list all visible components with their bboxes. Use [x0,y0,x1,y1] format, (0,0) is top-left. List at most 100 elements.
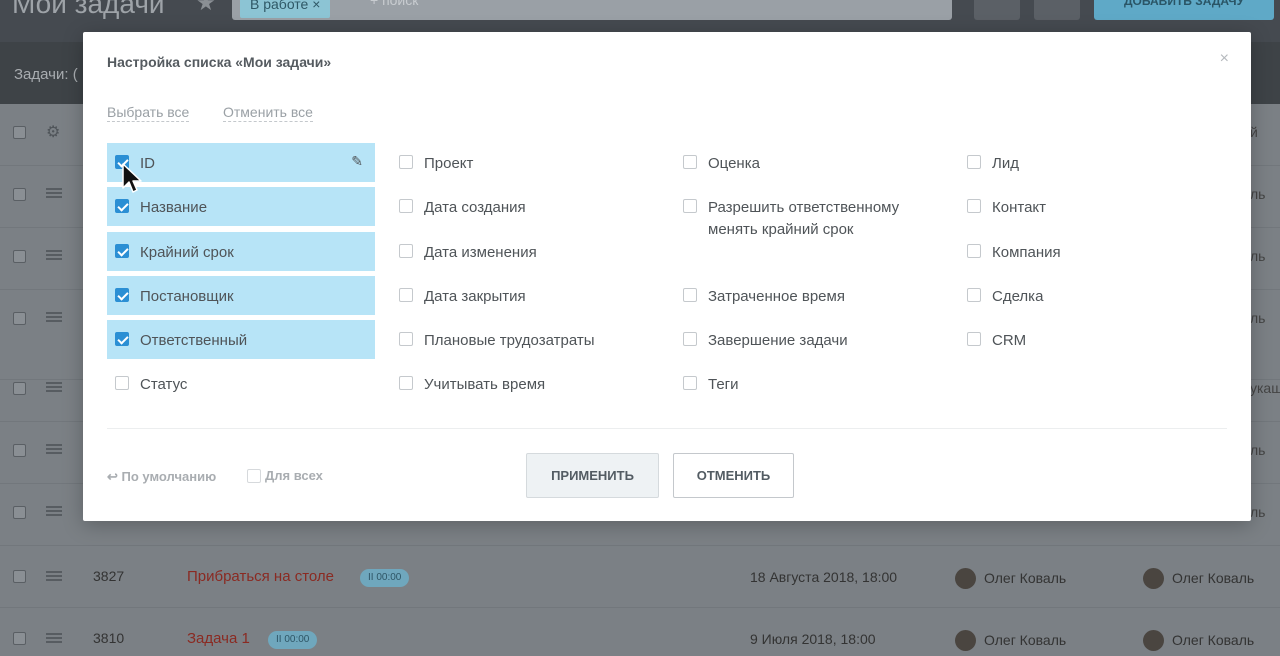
checkbox[interactable] [399,288,413,302]
task-responsible[interactable]: Олег Коваль [1143,568,1254,589]
search-bar[interactable] [232,0,952,20]
field-label: Компания [992,244,1061,261]
field-option-crm[interactable]: CRM [959,320,1227,359]
field-option-created-date[interactable]: Дата создания [391,187,659,226]
checkbox[interactable] [399,244,413,258]
task-responsible[interactable]: Олег Коваль [1143,630,1254,651]
checkbox[interactable] [115,376,129,390]
field-option-estimate[interactable]: Оценка [675,143,943,182]
pencil-icon[interactable]: ✎ [351,153,363,170]
field-label: Завершение задачи [708,332,848,349]
field-option-company[interactable]: Компания [959,232,1227,271]
checkbox[interactable] [399,376,413,390]
field-label: Лид [992,155,1019,172]
field-option-planned-effort[interactable]: Плановые трудозатраты [391,320,659,359]
checkbox[interactable] [399,155,413,169]
field-option-task-completion[interactable]: Завершение задачи [675,320,943,359]
checkbox[interactable] [399,332,413,346]
table-row[interactable]: 3827 Прибраться на столе II 00:00 18 Авг… [0,546,1280,608]
field-option-track-time[interactable]: Учитывать время [391,364,659,403]
row-checkbox[interactable] [13,312,26,325]
checkbox[interactable] [683,288,697,302]
checkbox[interactable] [967,244,981,258]
reset-default-link[interactable]: ↩ По умолчанию [107,469,216,485]
menu-icon[interactable] [46,188,62,198]
row-checkbox[interactable] [13,506,26,519]
cell-fragment: ль [1250,248,1266,264]
for-all-checkbox[interactable]: Для всех [247,468,323,483]
field-option-project[interactable]: Проект [391,143,659,182]
field-option-status[interactable]: Статус [107,364,375,403]
checkbox[interactable] [967,155,981,169]
checkbox[interactable] [683,332,697,346]
field-option-name[interactable]: Название [107,187,375,226]
cell-fragment: укаш [1250,380,1280,396]
row-checkbox[interactable] [13,188,26,201]
field-option-closed-date[interactable]: Дата закрытия [391,276,659,315]
checkbox[interactable] [115,199,129,213]
gear-icon[interactable]: ⚙ [46,122,60,142]
cancel-button[interactable]: ОТМЕНИТЬ [673,453,794,498]
checkbox[interactable] [683,376,697,390]
checkbox[interactable] [399,199,413,213]
field-label: Статус [140,376,188,393]
field-option-creator[interactable]: Постановщик [107,276,375,315]
checkbox[interactable] [115,244,129,258]
task-timer[interactable]: II 00:00 [268,631,318,649]
row-checkbox[interactable] [13,250,26,263]
close-icon[interactable]: × [1220,50,1229,68]
menu-icon[interactable] [46,250,62,260]
field-option-time-spent[interactable]: Затраченное время [675,276,943,315]
checkbox[interactable] [115,332,129,346]
field-option-contact[interactable]: Контакт [959,187,1227,226]
cell-fragment: ль [1250,186,1266,202]
checkbox[interactable] [967,199,981,213]
row-checkbox[interactable] [13,632,26,645]
field-label: Плановые трудозатраты [424,332,595,349]
menu-icon[interactable] [46,312,62,322]
row-checkbox[interactable] [13,444,26,457]
field-option-tags[interactable]: Теги [675,364,943,403]
field-option-responsible[interactable]: Ответственный [107,320,375,359]
task-name-link[interactable]: Задача 1 [187,630,250,647]
field-option-lead[interactable]: Лид [959,143,1227,182]
row-checkbox[interactable] [13,382,26,395]
menu-icon[interactable] [46,571,62,581]
apply-button[interactable]: ПРИМЕНИТЬ [526,453,659,498]
settings-button[interactable] [974,0,1020,20]
field-option-id[interactable]: ID ✎ [107,143,375,182]
menu-icon[interactable] [46,444,62,454]
checkbox[interactable] [683,199,697,213]
field-option-deadline[interactable]: Крайний срок [107,232,375,271]
task-creator[interactable]: Олег Коваль [955,630,1066,651]
add-task-button[interactable]: ДОБАВИТЬ ЗАДАЧУ [1094,0,1274,20]
field-option-deal[interactable]: Сделка [959,276,1227,315]
field-label: Название [140,199,208,216]
cell-fragment: ль [1250,442,1266,458]
checkbox[interactable] [967,288,981,302]
task-deadline: 9 Июля 2018, 18:00 [750,631,876,647]
menu-icon[interactable] [46,633,62,643]
field-label: Оценка [708,155,760,172]
menu-icon[interactable] [46,382,62,392]
header-fragment: й [1250,124,1258,140]
field-option-allow-deadline-change[interactable]: Разрешить ответственному менять крайний … [675,187,943,253]
table-row[interactable]: 3810 Задача 1 II 00:00 9 Июля 2018, 18:0… [0,608,1280,656]
filter-chip[interactable]: В работе × [240,0,331,18]
task-creator[interactable]: Олег Коваль [955,568,1066,589]
select-all-link[interactable]: Выбрать все [107,104,190,122]
checkbox[interactable] [967,332,981,346]
export-button[interactable] [1034,0,1080,20]
field-option-changed-date[interactable]: Дата изменения [391,232,659,271]
select-all-checkbox[interactable] [13,126,26,139]
divider [107,428,1227,429]
checkbox[interactable] [115,288,129,302]
checkbox[interactable] [683,155,697,169]
star-icon[interactable]: ★ [196,0,216,16]
row-checkbox[interactable] [13,570,26,583]
task-timer[interactable]: II 00:00 [360,569,410,587]
menu-icon[interactable] [46,506,62,516]
task-name-link[interactable]: Прибраться на столе [187,568,334,585]
deselect-all-link[interactable]: Отменить все [223,104,313,122]
checkbox[interactable] [115,155,129,169]
